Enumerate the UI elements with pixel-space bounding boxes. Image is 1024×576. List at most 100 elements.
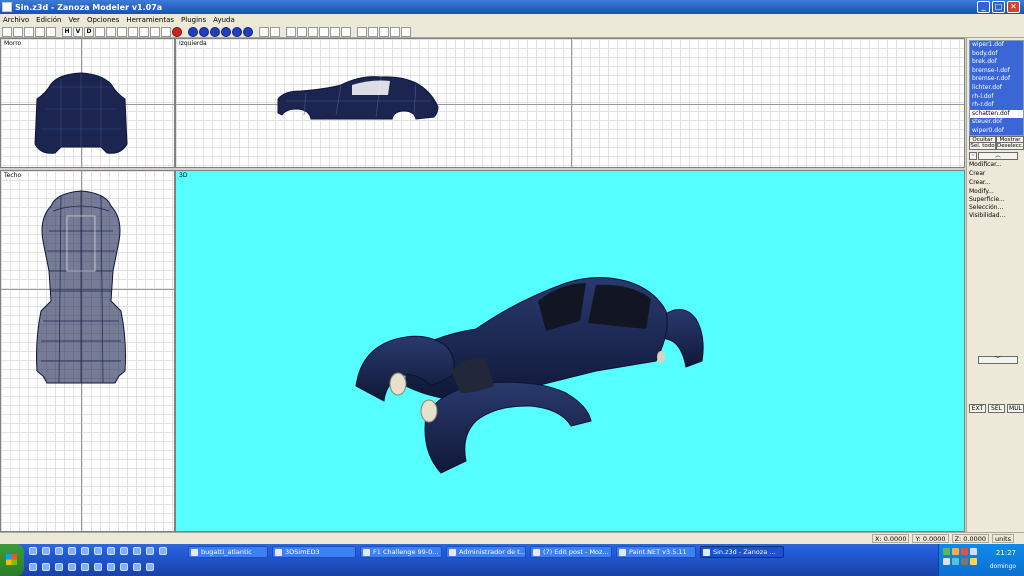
tray-icon[interactable] (961, 548, 968, 555)
select-all-button[interactable]: Sel. todo (969, 142, 996, 150)
primitive-cylinder-icon[interactable] (210, 26, 220, 37)
tray-icon[interactable] (943, 548, 950, 555)
list-item[interactable]: bremse-r.dof (970, 75, 1023, 84)
viewport-front[interactable]: Morro (0, 38, 175, 168)
tools-icon[interactable] (330, 26, 340, 37)
primitive-sphere-icon[interactable] (199, 26, 209, 37)
quicklaunch-icon[interactable] (94, 547, 102, 555)
zoom-icon[interactable] (357, 26, 367, 37)
tray-icon[interactable] (952, 558, 959, 565)
eye-icon[interactable]: ◦ (969, 152, 977, 160)
primitive-cone-icon[interactable] (221, 26, 231, 37)
quicklaunch-icon[interactable] (42, 563, 50, 571)
maximize-button[interactable]: □ (992, 1, 1005, 13)
viewport-3d[interactable]: 3D (175, 170, 965, 532)
sel-mode-button[interactable]: SEL (988, 404, 1005, 413)
copy-icon[interactable] (117, 26, 127, 37)
vertex-icon[interactable] (319, 26, 329, 37)
task-edit-post[interactable]: (7) Edit post - Moz... (530, 546, 612, 558)
quicklaunch-icon[interactable] (68, 563, 76, 571)
list-item[interactable]: lichter.dof (970, 83, 1023, 93)
move-icon[interactable] (286, 26, 296, 37)
frame-icon[interactable] (139, 26, 149, 37)
panel-item-modificar[interactable]: Modificar... (969, 161, 1002, 168)
panel-item-crear-dialog[interactable]: Crear... (969, 179, 991, 186)
list-item[interactable]: brek.dof (970, 58, 1023, 67)
part-list[interactable]: wiper1.dof body.dof brek.dof bremse-l.do… (969, 40, 1024, 136)
menu-herramientas[interactable]: Herramientas (126, 16, 174, 24)
quicklaunch-icon[interactable] (81, 563, 89, 571)
task-zanoza[interactable]: Sin.z3d - Zanoza ... (700, 546, 784, 558)
minimize-button[interactable]: _ (977, 1, 990, 13)
list-item[interactable]: wiper0.dof (970, 126, 1023, 135)
quicklaunch-icon[interactable] (55, 563, 63, 571)
quicklaunch-icon[interactable] (29, 547, 37, 555)
quicklaunch-icon[interactable] (94, 563, 102, 571)
menu-ayuda[interactable]: Ayuda (213, 16, 235, 24)
pan-icon[interactable] (368, 26, 378, 37)
rotate-icon[interactable] (297, 26, 307, 37)
expand-down-icon[interactable]: ﹀ (978, 356, 1018, 364)
list-item[interactable]: wiper1.dof (970, 41, 1023, 50)
settings-icon[interactable] (161, 26, 171, 37)
z-lock-icon[interactable] (341, 26, 351, 37)
quicklaunch-icon[interactable] (55, 547, 63, 555)
list-item[interactable]: rh-l.dof (970, 92, 1023, 102)
mirror-d-button[interactable]: D (84, 26, 94, 37)
quicklaunch-icon[interactable] (107, 547, 115, 555)
menu-opciones[interactable]: Opciones (87, 16, 119, 24)
open-file-icon[interactable] (13, 26, 23, 37)
camera-icon[interactable] (401, 26, 411, 37)
deselect-button[interactable]: Deselecc. (996, 142, 1024, 150)
panel-item-visibilidad[interactable]: Visibilidad... (969, 212, 1005, 219)
list-item[interactable]: body.dof (970, 49, 1023, 59)
collapse-up-icon[interactable]: ︿ (978, 152, 1018, 160)
menu-archivo[interactable]: Archivo (3, 16, 29, 24)
panel-item-crear[interactable]: Crear (969, 170, 985, 177)
menu-plugins[interactable]: Plugins (181, 16, 206, 24)
panel-item-seleccion[interactable]: Selección... (969, 204, 1003, 211)
quicklaunch-icon[interactable] (146, 547, 154, 555)
view-fit-icon[interactable] (379, 26, 389, 37)
new-file-icon[interactable] (2, 26, 12, 37)
quicklaunch-icon[interactable] (133, 547, 141, 555)
title-bar[interactable]: Sin.z3d - Zanoza Modeler v1.07a _ □ ✕ (0, 0, 1024, 14)
viewport-left[interactable]: Izquierda (175, 38, 965, 168)
task-administrador[interactable]: Administrador de t... (446, 546, 526, 558)
primitive-box-icon[interactable] (188, 26, 198, 37)
list-item[interactable]: bremse-l.dof (970, 66, 1023, 76)
quicklaunch-icon[interactable] (120, 547, 128, 555)
tray-icon[interactable] (961, 558, 968, 565)
paint-icon[interactable] (106, 26, 116, 37)
list-item[interactable]: rh-r.dof (970, 101, 1023, 110)
task-3dsimed3[interactable]: 3DSimED3 (272, 546, 356, 558)
scale-icon[interactable] (308, 26, 318, 37)
viewport-top[interactable]: Techo (0, 170, 175, 532)
quicklaunch-icon[interactable] (133, 563, 141, 571)
primitive-disc-icon[interactable] (243, 26, 253, 37)
volume-icon[interactable] (970, 558, 977, 565)
render-sphere-icon[interactable] (172, 26, 182, 37)
list-item[interactable]: steuer.dof (970, 118, 1023, 127)
transform-icon[interactable] (95, 26, 105, 37)
quicklaunch-icon[interactable] (107, 563, 115, 571)
quicklaunch-icon[interactable] (159, 547, 167, 555)
view-all-icon[interactable] (390, 26, 400, 37)
save-icon[interactable] (24, 26, 34, 37)
list-item[interactable]: schatten.dof (970, 109, 1023, 119)
save-as-icon[interactable] (35, 26, 45, 37)
select-circle-icon[interactable] (270, 26, 280, 37)
tray-icon[interactable] (943, 558, 950, 565)
menu-edicion[interactable]: Edición (36, 16, 61, 24)
quicklaunch-icon[interactable] (81, 547, 89, 555)
tray-icon[interactable] (970, 548, 977, 555)
layers-icon[interactable] (128, 26, 138, 37)
panel-item-superficie[interactable]: Superficie... (969, 196, 1005, 203)
quicklaunch-icon[interactable] (42, 547, 50, 555)
panel-item-modify[interactable]: Modify... (969, 188, 994, 195)
quicklaunch-icon[interactable] (68, 547, 76, 555)
menu-ver[interactable]: Ver (69, 16, 80, 24)
mirror-h-button[interactable]: H (62, 26, 72, 37)
quicklaunch-icon[interactable] (120, 563, 128, 571)
close-button[interactable]: ✕ (1007, 1, 1020, 13)
